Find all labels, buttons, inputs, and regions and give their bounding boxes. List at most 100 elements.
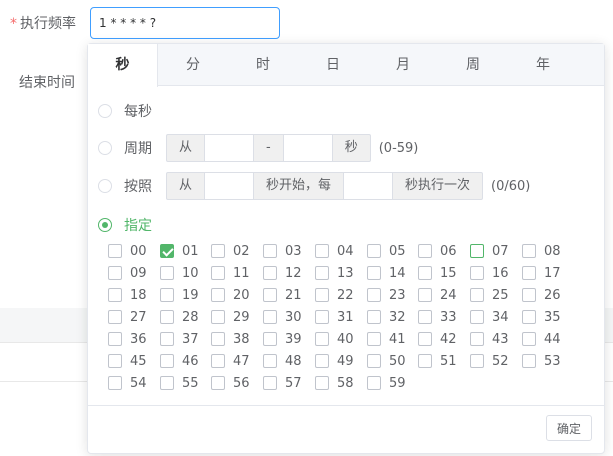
checkbox-box[interactable] [315, 376, 329, 390]
checkbox-box[interactable] [315, 288, 329, 302]
radio-specify[interactable] [98, 218, 112, 232]
second-checkbox[interactable]: 10 [160, 263, 199, 283]
checkbox-box[interactable] [263, 354, 277, 368]
checkbox-box[interactable] [108, 266, 122, 280]
checkbox-box[interactable] [263, 288, 277, 302]
second-checkbox[interactable]: 07 [470, 241, 509, 261]
second-checkbox[interactable]: 33 [418, 307, 457, 327]
checkbox-box[interactable] [367, 354, 381, 368]
second-checkbox[interactable]: 01 [160, 241, 199, 261]
second-checkbox[interactable]: 11 [211, 263, 250, 283]
confirm-button[interactable]: 确定 [545, 415, 592, 441]
second-checkbox[interactable]: 05 [367, 241, 406, 261]
second-checkbox[interactable]: 45 [108, 351, 147, 371]
second-checkbox[interactable]: 43 [470, 329, 509, 349]
interval-start-input[interactable] [205, 172, 254, 200]
checkbox-box[interactable] [418, 288, 432, 302]
checkbox-box[interactable] [211, 244, 225, 258]
second-checkbox[interactable]: 38 [211, 329, 250, 349]
second-checkbox[interactable]: 03 [263, 241, 302, 261]
second-checkbox[interactable]: 15 [418, 263, 457, 283]
option-every-second[interactable]: 每秒 [98, 101, 166, 121]
checkbox-box[interactable] [470, 288, 484, 302]
second-checkbox[interactable]: 18 [108, 285, 147, 305]
checkbox-box[interactable] [211, 332, 225, 346]
second-checkbox[interactable]: 26 [522, 285, 561, 305]
second-checkbox[interactable]: 31 [315, 307, 354, 327]
second-checkbox[interactable]: 20 [211, 285, 250, 305]
period-end-input[interactable] [283, 134, 332, 162]
second-checkbox[interactable]: 35 [522, 307, 561, 327]
second-checkbox[interactable]: 42 [418, 329, 457, 349]
second-checkbox[interactable]: 49 [315, 351, 354, 371]
second-checkbox[interactable]: 37 [160, 329, 199, 349]
checkbox-box[interactable] [367, 244, 381, 258]
checkbox-box[interactable] [263, 376, 277, 390]
interval-step-input[interactable] [344, 172, 393, 200]
checkbox-box[interactable] [367, 376, 381, 390]
tab-month[interactable]: 月 [368, 44, 438, 86]
checkbox-box[interactable] [367, 332, 381, 346]
checkbox-box[interactable] [418, 244, 432, 258]
checkbox-box[interactable] [211, 288, 225, 302]
second-checkbox[interactable]: 56 [211, 373, 250, 393]
second-checkbox[interactable]: 06 [418, 241, 457, 261]
second-checkbox[interactable]: 58 [315, 373, 354, 393]
second-checkbox[interactable]: 16 [470, 263, 509, 283]
checkbox-box[interactable] [108, 310, 122, 324]
cron-expression-input[interactable] [90, 7, 280, 39]
checkbox-box[interactable] [263, 266, 277, 280]
checkbox-box[interactable] [160, 376, 174, 390]
second-checkbox[interactable]: 54 [108, 373, 147, 393]
checkbox-box[interactable] [418, 354, 432, 368]
second-checkbox[interactable]: 46 [160, 351, 199, 371]
radio-interval[interactable] [98, 179, 112, 193]
option-interval[interactable]: 按照 从 秒开始，每 秒执行一次 (0/60) [98, 172, 530, 200]
second-checkbox[interactable]: 47 [211, 351, 250, 371]
checkbox-box[interactable] [367, 310, 381, 324]
second-checkbox[interactable]: 23 [367, 285, 406, 305]
option-period[interactable]: 周期 从 - 秒 (0-59) [98, 134, 418, 162]
checkbox-box[interactable] [211, 310, 225, 324]
second-checkbox[interactable]: 36 [108, 329, 147, 349]
second-checkbox[interactable]: 21 [263, 285, 302, 305]
second-checkbox[interactable]: 30 [263, 307, 302, 327]
checkbox-box[interactable] [315, 354, 329, 368]
second-checkbox[interactable]: 29 [211, 307, 250, 327]
checkbox-box[interactable] [108, 244, 122, 258]
checkbox-box[interactable] [522, 266, 536, 280]
checkbox-box[interactable] [470, 310, 484, 324]
second-checkbox[interactable]: 13 [315, 263, 354, 283]
checkbox-box[interactable] [211, 266, 225, 280]
tab-year[interactable]: 年 [508, 44, 578, 86]
checkbox-box[interactable] [315, 244, 329, 258]
checkbox-box[interactable] [418, 310, 432, 324]
checkbox-box[interactable] [108, 288, 122, 302]
checkbox-box[interactable] [160, 310, 174, 324]
checkbox-box[interactable] [418, 266, 432, 280]
checkbox-box[interactable] [211, 376, 225, 390]
second-checkbox[interactable]: 17 [522, 263, 561, 283]
checkbox-box[interactable] [522, 288, 536, 302]
second-checkbox[interactable]: 53 [522, 351, 561, 371]
radio-every[interactable] [98, 104, 112, 118]
second-checkbox[interactable]: 39 [263, 329, 302, 349]
second-checkbox[interactable]: 51 [418, 351, 457, 371]
checkbox-box[interactable] [160, 354, 174, 368]
checkbox-box[interactable] [263, 310, 277, 324]
checkbox-box[interactable] [160, 288, 174, 302]
checkbox-box[interactable] [470, 332, 484, 346]
second-checkbox[interactable]: 14 [367, 263, 406, 283]
checkbox-box[interactable] [160, 332, 174, 346]
second-checkbox[interactable]: 41 [367, 329, 406, 349]
second-checkbox[interactable]: 04 [315, 241, 354, 261]
second-checkbox[interactable]: 19 [160, 285, 199, 305]
second-checkbox[interactable]: 09 [108, 263, 147, 283]
second-checkbox[interactable]: 50 [367, 351, 406, 371]
checkbox-box[interactable] [367, 288, 381, 302]
second-checkbox[interactable]: 48 [263, 351, 302, 371]
tab-second[interactable]: 秒 [88, 44, 158, 87]
checkbox-box[interactable] [108, 354, 122, 368]
second-checkbox[interactable]: 57 [263, 373, 302, 393]
checkbox-box[interactable] [108, 332, 122, 346]
